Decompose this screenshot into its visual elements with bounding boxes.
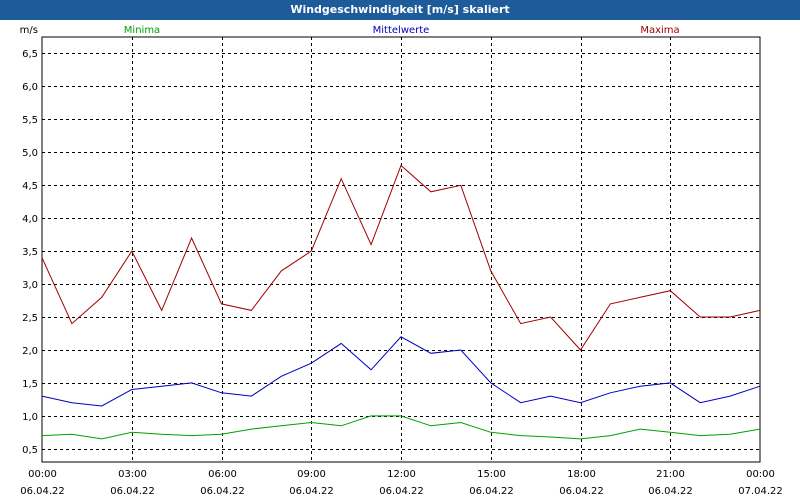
- grid: [41, 36, 761, 463]
- chart-title: Windgeschwindigkeit [m/s] skaliert: [0, 0, 800, 20]
- x-tick-date: 06.04.22: [20, 486, 65, 497]
- y-tick-label: 2,5: [22, 313, 38, 324]
- x-tick-date: 06.04.22: [559, 486, 604, 497]
- chart-window: Windgeschwindigkeit [m/s] skaliert 0,5 1,…: [0, 0, 800, 500]
- series-line-mittelwerte: [41, 336, 761, 407]
- x-tick-time: 06:00: [208, 469, 237, 480]
- x-tick-time: 18:00: [567, 469, 596, 480]
- x-tick-date: 07.04.22: [738, 486, 783, 497]
- x-tick-time: 21:00: [656, 469, 685, 480]
- y-tick-label: 6,0: [22, 82, 38, 93]
- y-tick-label: 1,0: [22, 412, 38, 423]
- x-axis: 00:00 06.04.22 03:00 06.04.22 06:00 06.04.22 0…: [20, 469, 783, 497]
- legend-entry-minima: Minima: [124, 25, 160, 36]
- y-tick-label: 1,5: [22, 379, 38, 390]
- y-tick-label: 5,5: [22, 115, 38, 126]
- x-tick-date: 06.04.22: [200, 486, 245, 497]
- x-tick-date: 06.04.22: [648, 486, 693, 497]
- y-tick-label: 2,0: [22, 346, 38, 357]
- x-tick-time: 12:00: [387, 469, 416, 480]
- y-axis-unit-label: m/s: [20, 25, 38, 36]
- x-tick-date: 06.04.22: [379, 486, 424, 497]
- x-tick-time: 03:00: [118, 469, 147, 480]
- x-tick-time: 15:00: [477, 469, 506, 480]
- x-tick-date: 06.04.22: [469, 486, 514, 497]
- y-axis: 0,5 1,0 1,5 2,0 2,5 3,0 3,5 4,0 4,5 5,0 5,5 6,0 6,5 m…: [20, 25, 38, 456]
- legend-entry-maxima: Maxima: [640, 25, 679, 36]
- y-tick-label: 5,0: [22, 148, 38, 159]
- y-tick-label: 3,0: [22, 280, 38, 291]
- y-tick-label: 3,5: [22, 247, 38, 258]
- x-tick-time: 00:00: [28, 469, 57, 480]
- y-tick-label: 4,0: [22, 214, 38, 225]
- x-tick-date: 06.04.22: [289, 486, 334, 497]
- legend-entry-mittelwerte: Mittelwerte: [373, 25, 430, 36]
- x-tick-time: 09:00: [297, 469, 326, 480]
- y-tick-label: 0,5: [22, 445, 38, 456]
- wind-speed-chart: 0,5 1,0 1,5 2,0 2,5 3,0 3,5 4,0 4,5 5,0 5,5 6,0 6,5 m…: [20, 25, 783, 497]
- x-tick-date: 06.04.22: [110, 486, 155, 497]
- legend: Minima Mittelwerte Maxima: [124, 25, 680, 36]
- x-tick-time: 00:00: [746, 469, 775, 480]
- y-tick-label: 6,5: [22, 49, 38, 60]
- y-tick-label: 4,5: [22, 181, 38, 192]
